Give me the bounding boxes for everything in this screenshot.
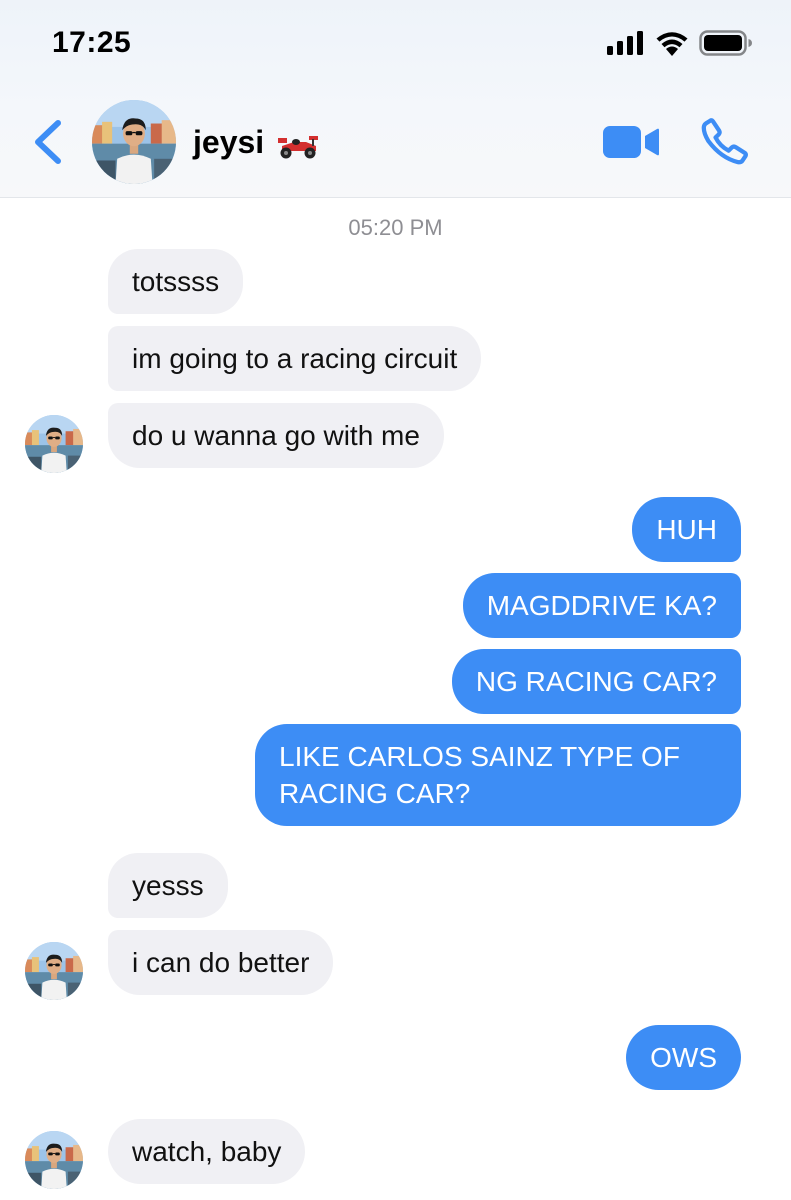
contact-avatar[interactable]: [92, 100, 176, 184]
message-timestamp: 05:20 PM: [348, 215, 443, 240]
message-bubble-incoming[interactable]: im going to a racing circuit: [108, 326, 482, 391]
cellular-signal-icon: [607, 31, 643, 55]
message-bubble-incoming[interactable]: do u wanna go with me: [108, 403, 444, 468]
message-bubble-incoming[interactable]: watch, baby: [108, 1119, 306, 1184]
message-bubble-outgoing[interactable]: OWS: [626, 1025, 741, 1090]
battery-icon: [699, 30, 752, 56]
phone-icon: [701, 118, 748, 165]
video-call-button[interactable]: [601, 122, 661, 167]
message-bubble-outgoing[interactable]: HUH: [632, 497, 741, 562]
message-bubble-outgoing[interactable]: LIKE CARLOS SAINZ TYPE OF RACING CAR?: [255, 724, 741, 826]
sender-avatar[interactable]: [25, 415, 83, 473]
racing-car-emoji: [278, 136, 318, 159]
message-bubble-outgoing[interactable]: NG RACING CAR?: [451, 649, 741, 714]
message-bubble-incoming[interactable]: totssss: [108, 249, 244, 314]
sender-avatar[interactable]: [25, 1131, 83, 1189]
sender-avatar[interactable]: [25, 942, 83, 1000]
wifi-icon: [656, 32, 688, 56]
audio-call-button[interactable]: [698, 114, 752, 173]
message-bubble-incoming[interactable]: yesss: [108, 853, 228, 918]
status-icons: [607, 30, 753, 56]
chevron-left-icon: [35, 120, 61, 164]
message-bubble-incoming[interactable]: i can do better: [108, 930, 334, 995]
contact-name[interactable]: jeysi: [193, 124, 264, 161]
status-time: 17:25: [52, 26, 132, 59]
video-camera-icon: [603, 126, 659, 158]
back-button[interactable]: [24, 112, 72, 172]
chat-header: 17:25 jeysi: [0, 0, 791, 198]
message-bubble-outgoing[interactable]: MAGDDRIVE KA?: [462, 573, 741, 638]
